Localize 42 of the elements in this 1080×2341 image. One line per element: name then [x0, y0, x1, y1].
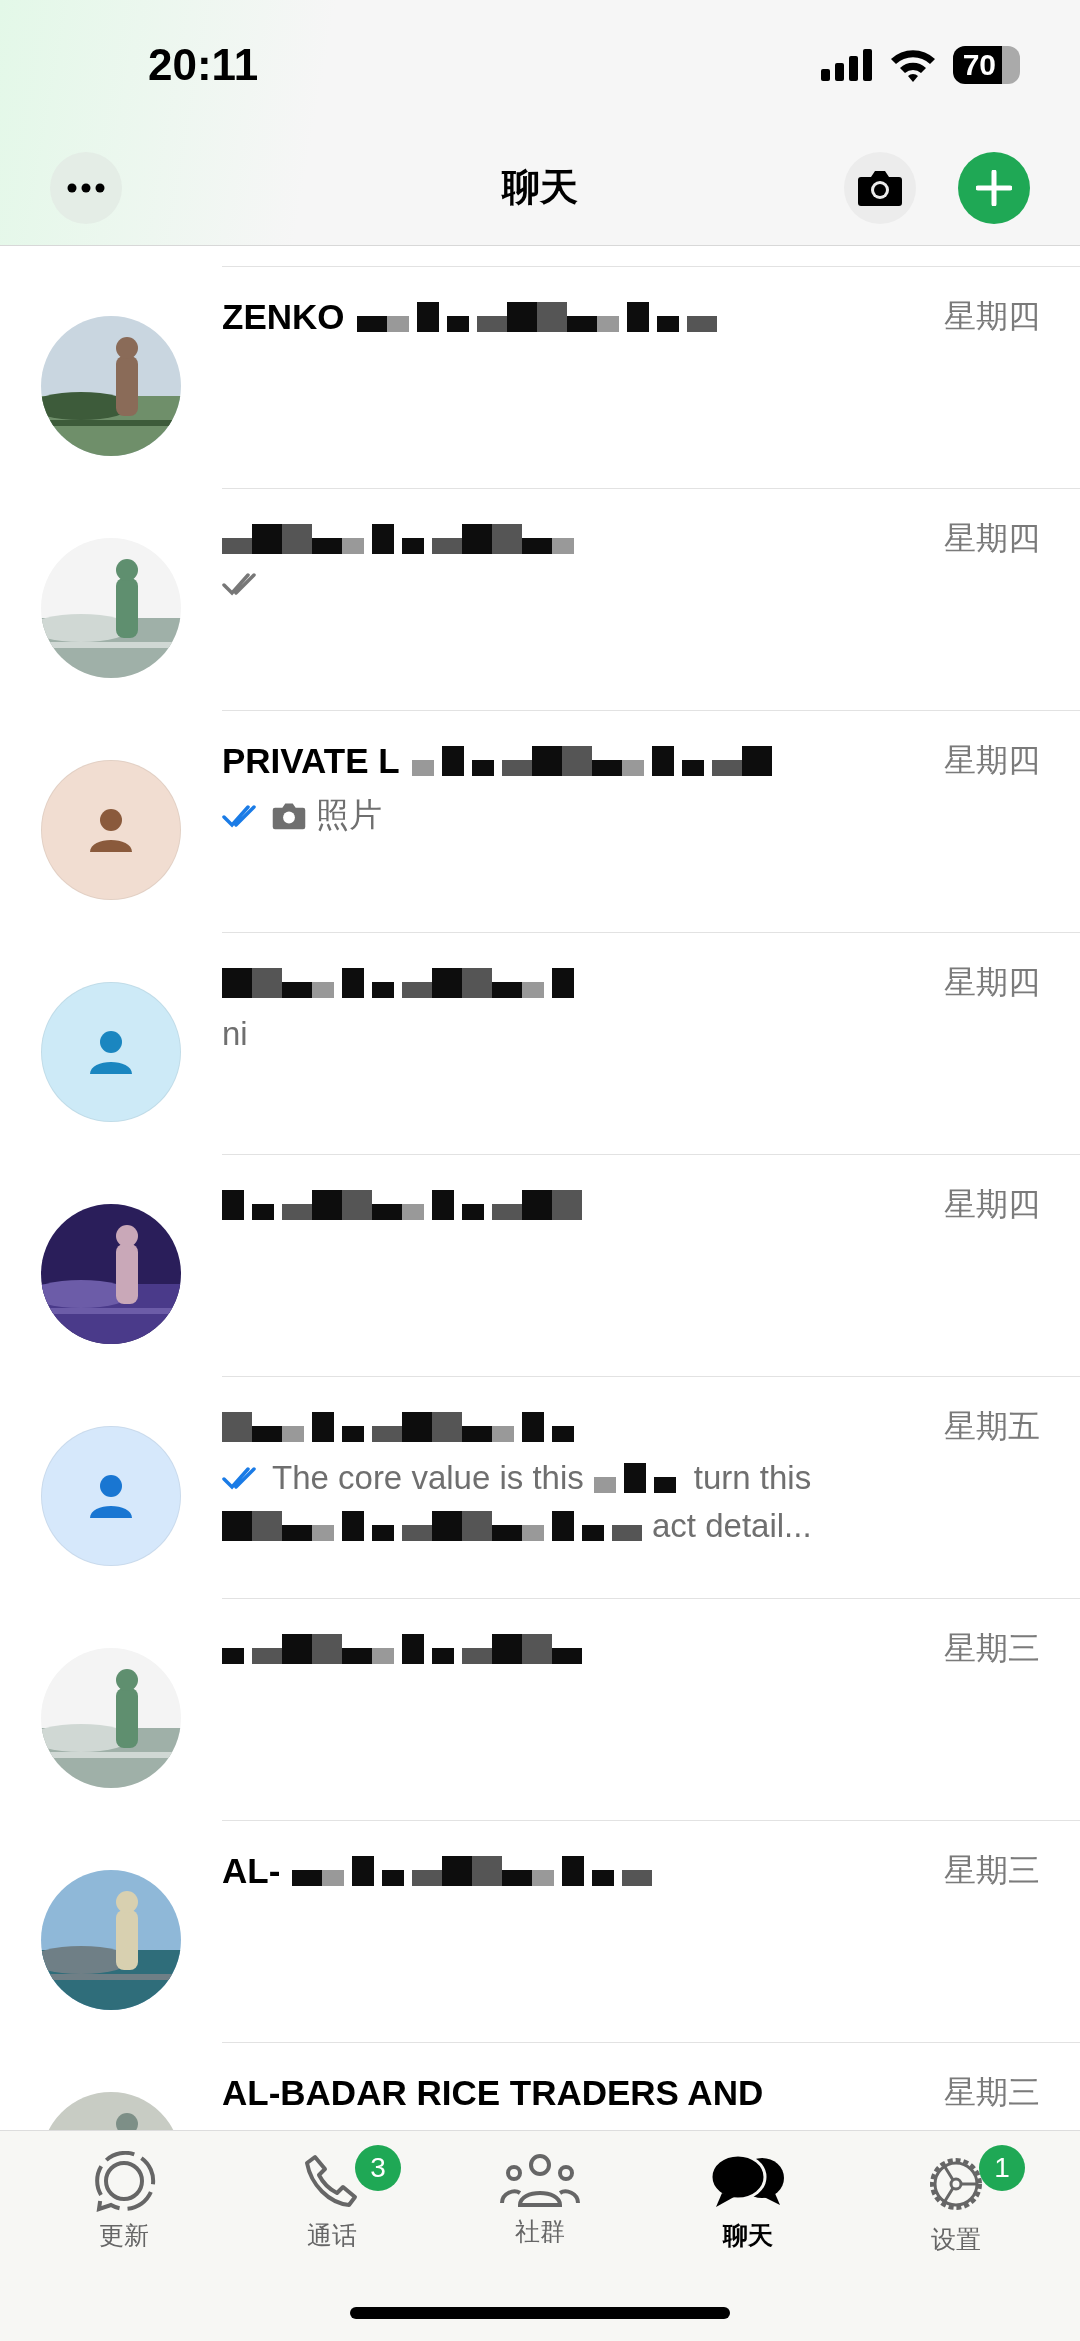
chat-date: 星期三 — [944, 2073, 1040, 2112]
message-preview: turn this — [693, 1459, 812, 1497]
chat-row[interactable]: AL- 星期三 — [0, 1820, 1080, 2042]
count-badge: 1 — [979, 2145, 1025, 2191]
status-time: 20:11 — [148, 40, 259, 90]
chat-date: 星期三 — [944, 1851, 1040, 1890]
chat-row[interactable]: 星期四 — [0, 488, 1080, 710]
more-icon — [67, 182, 105, 193]
chat-date: 星期五 — [944, 1407, 1040, 1446]
message-preview: 照片 — [316, 795, 382, 835]
tab[interactable]: 更新 — [49, 2151, 199, 2252]
chat-name: PRIVATE L — [222, 741, 400, 781]
tab[interactable]: 社群 — [465, 2151, 615, 2248]
chat-date: 星期四 — [944, 1185, 1040, 1224]
chat-date: 星期四 — [944, 297, 1040, 336]
person-icon — [88, 1474, 134, 1518]
message-preview: act detail... — [652, 1507, 812, 1545]
screen-title: 聊天 — [502, 166, 578, 208]
person-icon — [88, 808, 134, 852]
signal-icon — [820, 49, 873, 81]
chat-name: ZENKO — [222, 297, 345, 337]
chat-row[interactable]: 星期三 — [0, 1598, 1080, 1820]
chat-date: 星期四 — [944, 519, 1040, 558]
people-icon — [500, 2151, 580, 2209]
chat-row[interactable]: PRIVATE L 星期四 照片 — [0, 710, 1080, 932]
chat-date: 星期四 — [944, 963, 1040, 1002]
chat-row[interactable]: 星期四 ni — [0, 932, 1080, 1154]
count-badge: 3 — [355, 2145, 401, 2191]
message-preview: The core value is this — [272, 1459, 584, 1497]
chat-row[interactable]: 星期五 The core value is this turn this act detail... — [0, 1376, 1080, 1598]
camera-icon — [857, 168, 903, 207]
chat-row[interactable]: ZENKO 星期四 — [0, 266, 1080, 488]
person-icon — [88, 1030, 134, 1074]
plus-icon — [976, 169, 1012, 206]
message-preview: ni — [222, 1015, 248, 1053]
battery-indicator: 70 — [952, 46, 1020, 84]
chat-name: AL- — [222, 1851, 281, 1891]
chat-row[interactable]: 星期四 — [0, 1154, 1080, 1376]
chat-date: 星期四 — [944, 741, 1040, 780]
chat-name: AL-BADAR RICE TRADERS AND — [222, 2073, 764, 2113]
tab[interactable]: 聊天 — [673, 2151, 823, 2252]
chat-date: 星期三 — [944, 1629, 1040, 1668]
